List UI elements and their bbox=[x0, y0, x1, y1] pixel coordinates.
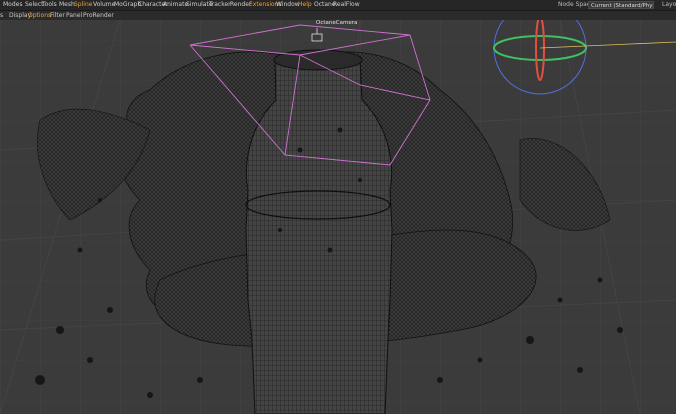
menu-spline[interactable]: Spline bbox=[74, 0, 92, 10]
viewport-scene bbox=[0, 20, 676, 414]
menu-tracker[interactable]: Tracker bbox=[209, 0, 231, 10]
menu-select[interactable]: Select bbox=[25, 0, 44, 10]
menu-help[interactable]: Help bbox=[298, 0, 312, 10]
menu-mesh[interactable]: Mesh bbox=[59, 0, 75, 10]
menu-tools[interactable]: Tools bbox=[42, 0, 57, 10]
menu-volume[interactable]: Volume bbox=[93, 0, 115, 10]
bottle-cap bbox=[273, 49, 363, 71]
layout-label[interactable]: Layou bbox=[662, 0, 676, 10]
menu-bar: Modes Select Tools Mesh Spline Volume Mo… bbox=[0, 0, 676, 10]
menu-window[interactable]: Window bbox=[276, 0, 300, 10]
menu-animate[interactable]: Animate bbox=[163, 0, 188, 10]
node-space-select[interactable]: Current (Standard/Physical) bbox=[588, 1, 654, 9]
bottle-mesh bbox=[245, 59, 393, 414]
menu-realflow[interactable]: RealFlow bbox=[333, 0, 360, 10]
3d-viewport[interactable] bbox=[0, 20, 676, 414]
menu-modes[interactable]: Modes bbox=[3, 0, 22, 10]
camera-label: OctaneCamera bbox=[316, 20, 358, 26]
